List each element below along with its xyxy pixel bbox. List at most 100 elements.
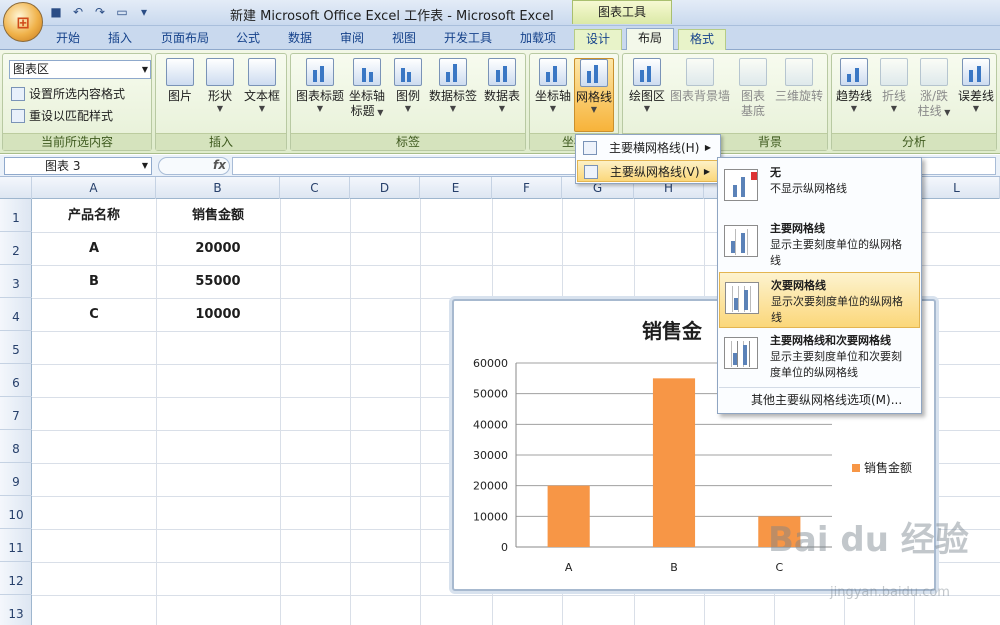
menu-option-none[interactable]: 无 不显示纵网格线 (719, 160, 920, 216)
tab-data[interactable]: 数据 (278, 29, 322, 50)
insert-function-icon[interactable]: fx (213, 158, 226, 172)
chart-title[interactable]: 销售金 (642, 315, 702, 344)
option-minor-desc: 显示次要刻度单位的纵网格 (771, 295, 903, 308)
quick-access-toolbar: ■ ↶ ↷ ▭ ▾ (48, 4, 152, 20)
row-headers: 1 2 3 4 5 6 7 8 9 10 11 12 13 (0, 199, 32, 625)
error-bars-button[interactable]: 误差线 ▼ (956, 58, 996, 114)
menu-horizontal-gridlines[interactable]: 主要横网格线(H) ▶ (577, 137, 719, 159)
menu-vertical-gridlines[interactable]: 主要纵网格线(V) ▶ (577, 160, 719, 182)
chevron-down-icon: ▼ (216, 104, 224, 113)
legend-button[interactable]: 图例 ▼ (391, 58, 425, 114)
chart-floor-button[interactable]: 图表 基底 (733, 58, 773, 119)
tab-view[interactable]: 视图 (382, 29, 426, 50)
office-button[interactable]: ⊞ (3, 2, 43, 42)
group-label-analysis: 分析 (832, 133, 996, 150)
group-label-insert: 插入 (156, 133, 286, 150)
column-header-e[interactable]: E (420, 177, 492, 199)
insert-shapes-button[interactable]: 形状 ▼ (202, 58, 238, 114)
cell-a3[interactable]: B (32, 265, 156, 298)
undo-icon[interactable]: ↶ (70, 4, 86, 20)
tab-addins[interactable]: 加载项 (510, 29, 566, 50)
chart-legend[interactable]: 销售金额 (852, 459, 912, 476)
row-header-12[interactable]: 12 (0, 562, 32, 595)
cell-b2[interactable]: 20000 (156, 232, 280, 265)
chart-title-label: 图表标题 (295, 89, 344, 103)
row-header-5[interactable]: 5 (0, 331, 32, 364)
tab-developer[interactable]: 开发工具 (434, 29, 502, 50)
row-header-9[interactable]: 9 (0, 463, 32, 496)
row-header-4[interactable]: 4 (0, 298, 32, 331)
insert-picture-button[interactable]: 图片 (162, 58, 198, 104)
menu-option-minor[interactable]: 次要网格线 显示次要刻度单位的纵网格 线 (719, 272, 920, 328)
gridlines-button[interactable]: 网格线 ▼ (574, 58, 614, 132)
chart-elements-dropdown[interactable]: 图表区 ▼ (9, 60, 151, 79)
tab-layout[interactable]: 布局 (626, 28, 674, 51)
option-major-title: 主要网格线 (770, 222, 825, 235)
row-header-11[interactable]: 11 (0, 529, 32, 562)
select-all-corner[interactable] (0, 177, 32, 199)
menu-option-major[interactable]: 主要网格线 显示主要刻度单位的纵网格 线 (719, 216, 920, 272)
cell-a2[interactable]: A (32, 232, 156, 265)
row-header-7[interactable]: 7 (0, 397, 32, 430)
group-label-current-selection: 当前所选内容 (3, 133, 151, 150)
qat-customize-icon[interactable]: ▾ (136, 4, 152, 20)
row-header-1[interactable]: 1 (0, 199, 32, 232)
tab-home[interactable]: 开始 (46, 29, 90, 50)
column-header-c[interactable]: C (280, 177, 350, 199)
name-box[interactable]: 图表 3 ▼ (4, 157, 152, 175)
cell-b3[interactable]: 55000 (156, 265, 280, 298)
tab-page-layout[interactable]: 页面布局 (152, 29, 218, 50)
vertical-gridlines-menu: 无 不显示纵网格线 主要网格线 显示主要刻度单位的纵网格 线 次要网格线 显示次… (717, 157, 922, 414)
tab-design[interactable]: 设计 (574, 29, 622, 50)
chart-title-button[interactable]: 图表标题 ▼ (295, 58, 345, 114)
column-header-b[interactable]: B (156, 177, 280, 199)
row-header-6[interactable]: 6 (0, 364, 32, 397)
print-preview-icon[interactable]: ▭ (114, 4, 130, 20)
axes-button[interactable]: 坐标轴 ▼ (534, 58, 572, 114)
row-header-2[interactable]: 2 (0, 232, 32, 265)
reset-style-button[interactable]: 重设以匹配样式 (11, 108, 113, 124)
trendline-button[interactable]: 趋势线 ▼ (834, 58, 874, 114)
chart-floor-icon (739, 58, 767, 86)
lines-button[interactable]: 折线 ▼ (876, 58, 912, 114)
legend-label: 图例 (395, 89, 420, 103)
menu-more-gridline-options[interactable]: 其他主要纵网格线选项(M)... (719, 387, 920, 411)
group-current-selection: 图表区 ▼ 设置所选内容格式 重设以匹配样式 当前所选内容 (2, 53, 152, 151)
cell-b1[interactable]: 销售金额 (156, 199, 280, 232)
tab-insert[interactable]: 插入 (98, 29, 142, 50)
minor-gridlines-icon (725, 282, 759, 314)
insert-textbox-button[interactable]: 文本框 ▼ (242, 58, 282, 114)
menu-option-major-minor[interactable]: 主要网格线和次要网格线 显示主要刻度单位和次要刻 度单位的纵网格线 (719, 328, 920, 384)
plot-area-label: 绘图区 (628, 89, 665, 103)
row-header-3[interactable]: 3 (0, 265, 32, 298)
axis-titles-icon (353, 58, 381, 86)
redo-icon[interactable]: ↷ (92, 4, 108, 20)
column-header-l[interactable]: L (914, 177, 1000, 199)
tab-format[interactable]: 格式 (678, 29, 726, 50)
axis-titles-button[interactable]: 坐标轴 标题 ▼ (347, 58, 387, 119)
data-table-button[interactable]: 数据表 ▼ (481, 58, 523, 114)
plot-area-button[interactable]: 绘图区 ▼ (627, 58, 667, 114)
save-icon[interactable]: ■ (48, 4, 64, 20)
data-labels-button[interactable]: 数据标签 ▼ (427, 58, 479, 114)
chart-wall-button[interactable]: 图表背景墙 (669, 58, 731, 104)
column-header-d[interactable]: D (350, 177, 420, 199)
format-selection-button[interactable]: 设置所选内容格式 (11, 86, 125, 102)
cell-b4[interactable]: 10000 (156, 298, 280, 331)
chevron-down-icon: ▼ (449, 104, 457, 113)
tab-review[interactable]: 审阅 (330, 29, 374, 50)
cell-a4[interactable]: C (32, 298, 156, 331)
row-header-8[interactable]: 8 (0, 430, 32, 463)
ribbon: 图表区 ▼ 设置所选内容格式 重设以匹配样式 当前所选内容 图片 形状 ▼ 文本框 ▼… (0, 50, 1000, 154)
row-header-10[interactable]: 10 (0, 496, 32, 529)
y-tick-label: 60000 (473, 357, 508, 370)
column-header-a[interactable]: A (32, 177, 156, 199)
menu-horizontal-label: 主要横网格线(H) (609, 141, 700, 155)
tab-formulas[interactable]: 公式 (228, 29, 268, 50)
row-header-13[interactable]: 13 (0, 595, 32, 625)
updown-bars-button[interactable]: 涨/跌 柱线 ▼ (914, 58, 954, 119)
baidu-watermark-url: jingyan.baidu.com (830, 585, 950, 600)
3d-rotation-button[interactable]: 三维旋转 (773, 58, 825, 104)
column-header-f[interactable]: F (492, 177, 562, 199)
cell-a1[interactable]: 产品名称 (32, 199, 156, 232)
